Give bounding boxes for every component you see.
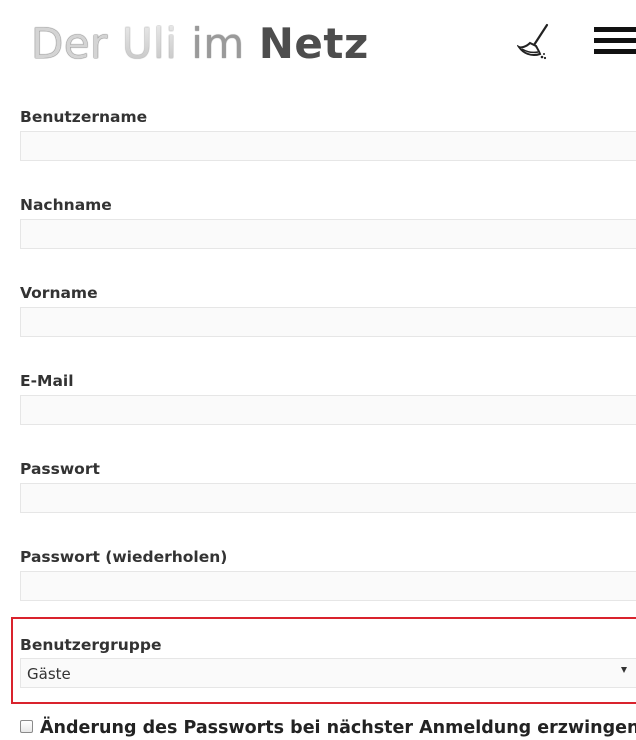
username-label: Benutzername — [20, 108, 148, 126]
menu-bar-top — [594, 27, 636, 32]
site-header: Der Uli im Netz — [0, 0, 636, 90]
usergroup-select[interactable]: Gäste — [20, 658, 636, 688]
usergroup-label: Benutzergruppe — [20, 636, 162, 654]
menu-bar-middle — [594, 38, 636, 43]
email-input[interactable] — [20, 395, 636, 425]
password-repeat-input[interactable] — [20, 571, 636, 601]
hamburger-menu-icon[interactable] — [594, 27, 636, 55]
firstname-label: Vorname — [20, 284, 98, 302]
broom-icon[interactable] — [516, 23, 557, 63]
email-label: E-Mail — [20, 372, 74, 390]
broom-icon-graphic — [516, 23, 549, 60]
site-title-der: Der — [31, 19, 108, 68]
password-label: Passwort — [20, 460, 100, 478]
usergroup-selected-value: Gäste — [27, 665, 71, 683]
firstname-input[interactable] — [20, 307, 636, 337]
menu-bar-bottom — [594, 49, 636, 54]
force-password-change-label[interactable]: Änderung des Passworts bei nächster Anme… — [40, 718, 636, 738]
dropdown-arrow-icon — [621, 667, 627, 673]
password-input[interactable] — [20, 483, 636, 513]
username-input[interactable] — [20, 131, 636, 161]
lastname-input[interactable] — [20, 219, 636, 249]
site-title-uli: Uli — [122, 14, 178, 74]
site-title[interactable]: Der Uli im Netz — [31, 14, 369, 74]
site-title-im: im — [191, 19, 245, 68]
site-title-netz: Netz — [258, 19, 369, 68]
force-password-change-checkbox[interactable] — [20, 720, 33, 733]
lastname-label: Nachname — [20, 196, 112, 214]
password-repeat-label: Passwort (wiederholen) — [20, 548, 228, 566]
